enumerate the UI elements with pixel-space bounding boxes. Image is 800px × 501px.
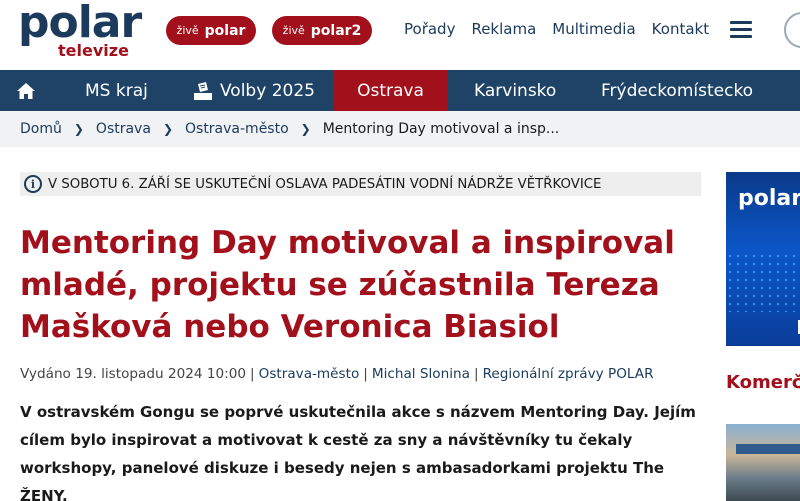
- live-channel-name: polar: [204, 22, 246, 39]
- nav-frydeckomistecko[interactable]: Frýdeckomístecko: [601, 70, 753, 111]
- title-line: Mašková nebo Veronica Biasiol: [20, 309, 560, 345]
- author-link[interactable]: Michal Slonina: [372, 366, 470, 382]
- lead-line: ŽENY.: [20, 487, 68, 501]
- nav-volby-2025[interactable]: Volby 2025: [192, 70, 315, 111]
- home-icon[interactable]: [16, 70, 38, 111]
- nav-karvinsko[interactable]: Karvinsko: [474, 70, 556, 111]
- topnav-reklama[interactable]: Reklama: [471, 20, 536, 38]
- article-meta: Vydáno 19. listopadu 2024 10:00 | Ostrava-…: [20, 366, 654, 382]
- live-label: živě: [282, 24, 305, 37]
- title-line: Mentoring Day motivoval a inspiroval: [20, 225, 675, 261]
- top-navigation: Pořady Reklama Multimedia Kontakt: [404, 20, 725, 38]
- topnav-multimedia[interactable]: Multimedia: [552, 20, 635, 38]
- nav-label: Karvinsko: [474, 80, 557, 101]
- sidebar-ad-banner[interactable]: polar: [726, 172, 800, 346]
- category-link[interactable]: Regionální zprávy POLAR: [483, 366, 654, 382]
- lead-line: V ostravském Gongu se poprvé uskutečnila…: [20, 403, 696, 421]
- live-label: živě: [176, 24, 199, 37]
- chevron-right-icon: ❯: [73, 122, 84, 136]
- article-lead: V ostravském Gongu se poprvé uskutečnila…: [20, 398, 710, 501]
- main-navbar: MS kraj Volby 2025 Ostrava Karvinsko Frý…: [0, 70, 800, 111]
- logo-main-text: polar: [18, 0, 142, 48]
- published-date: Vydáno 19. listopadu 2024 10:00: [20, 366, 247, 382]
- info-banner-text: V SOBOTU 6. ZÁŘÍ SE USKUTEČNÍ OSLAVA PAD…: [48, 176, 602, 192]
- article-title: Mentoring Day motivoval a inspiroval mla…: [20, 222, 720, 348]
- breadcrumb-home[interactable]: Domů: [20, 121, 62, 137]
- nav-label: Frýdeckomístecko: [601, 80, 754, 101]
- info-banner[interactable]: i V SOBOTU 6. ZÁŘÍ SE USKUTEČNÍ OSLAVA P…: [20, 172, 701, 196]
- search-button[interactable]: [784, 12, 800, 48]
- ballot-box-icon: [192, 81, 214, 101]
- ad-logo-text: polar: [738, 186, 800, 211]
- section-link[interactable]: Ostrava-město: [259, 366, 360, 382]
- topnav-porady[interactable]: Pořady: [404, 20, 455, 38]
- lead-line: cílem bylo inspirovat a motivovat k cest…: [20, 431, 633, 449]
- sidebar-heading: Komerč: [726, 372, 800, 393]
- live-channel-name: polar2: [310, 22, 362, 39]
- nav-ms-kraj[interactable]: MS kraj: [85, 70, 148, 111]
- breadcrumb-current: Mentoring Day motivoval a insp...: [322, 121, 560, 137]
- breadcrumb-ostrava-mesto[interactable]: Ostrava-město: [185, 121, 289, 137]
- nav-ostrava[interactable]: Ostrava: [333, 70, 448, 111]
- polar-logo[interactable]: polar televize: [18, 0, 142, 62]
- site-header: polar televize živě polar živě polar2 Po…: [0, 0, 800, 70]
- hamburger-menu-icon[interactable]: [730, 21, 752, 39]
- logo-sub-text: televize: [58, 41, 129, 60]
- thumbnail-sign: [736, 444, 800, 454]
- title-line: mladé, projektu se zúčastnila Tereza: [20, 267, 660, 303]
- chevron-right-icon: ❯: [300, 122, 311, 136]
- live-polar2-button[interactable]: živě polar2: [272, 16, 372, 45]
- lead-line: workshopy, panelové diskuze i besedy nej…: [20, 459, 665, 477]
- topnav-kontakt[interactable]: Kontakt: [652, 20, 709, 38]
- breadcrumb-ostrava[interactable]: Ostrava: [96, 121, 151, 137]
- ad-decoration: [726, 252, 800, 312]
- chevron-right-icon: ❯: [162, 122, 173, 136]
- info-icon: i: [24, 175, 42, 193]
- sidebar-thumbnail[interactable]: [726, 424, 800, 501]
- nav-label: Volby 2025: [220, 80, 315, 101]
- breadcrumb: Domů ❯ Ostrava ❯ Ostrava-město ❯ Mentori…: [0, 111, 800, 147]
- nav-label: MS kraj: [85, 80, 148, 101]
- live-polar-button[interactable]: živě polar: [166, 16, 256, 45]
- nav-label: Ostrava: [357, 80, 424, 101]
